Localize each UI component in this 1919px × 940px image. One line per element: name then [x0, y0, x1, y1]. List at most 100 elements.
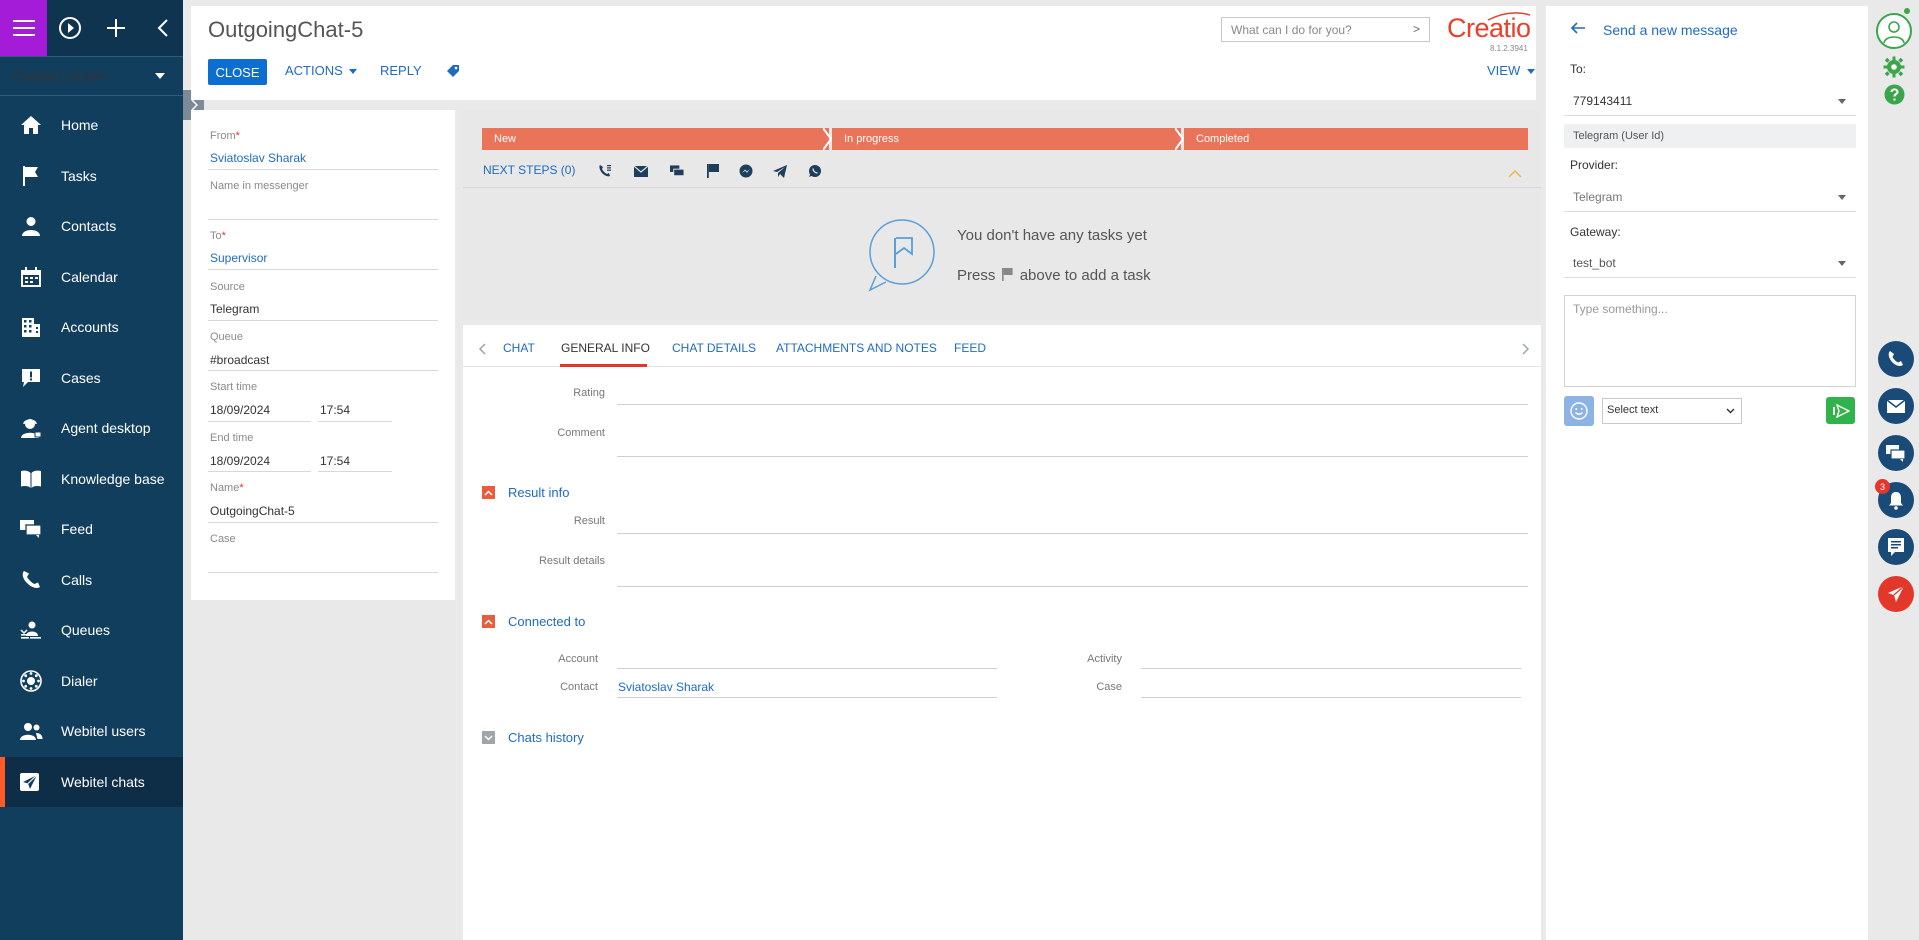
sidebar-item-calendar[interactable]: Calendar: [0, 252, 183, 302]
emoji-button[interactable]: [1564, 396, 1594, 426]
collapse-nav-button[interactable]: [145, 10, 181, 46]
field-divider: [208, 169, 438, 170]
profile-button[interactable]: [1876, 13, 1912, 49]
phone-list-icon: [599, 165, 611, 177]
to-field[interactable]: Supervisor: [210, 251, 267, 265]
add-task-button[interactable]: [706, 164, 720, 178]
call-list-button[interactable]: [598, 164, 612, 178]
result-details-field[interactable]: [617, 586, 1528, 587]
sidebar-item-queues[interactable]: Queues: [0, 605, 183, 655]
activity-field[interactable]: [1141, 668, 1521, 669]
close-button[interactable]: CLOSE: [208, 59, 267, 85]
account-field[interactable]: [617, 668, 997, 669]
tab-chat[interactable]: CHAT: [503, 341, 535, 355]
sidebar-item-label: Calendar: [61, 269, 118, 285]
chats-history-title[interactable]: Chats history: [508, 730, 584, 745]
sidebar-item-webitel-users[interactable]: Webitel users: [0, 706, 183, 756]
collapse-next-steps-icon[interactable]: [1508, 170, 1522, 178]
result-field[interactable]: [617, 533, 1528, 534]
select-text-dropdown[interactable]: Select text: [1602, 398, 1742, 424]
sidebar-item-cases[interactable]: Cases: [0, 353, 183, 403]
active-tab-indicator: [560, 364, 647, 367]
tabs-scroll-right-icon[interactable]: [1522, 343, 1530, 355]
source-field[interactable]: Telegram: [210, 302, 259, 316]
back-arrow-icon[interactable]: [1570, 21, 1586, 35]
sidebar-item-accounts[interactable]: Accounts: [0, 302, 183, 352]
calls-button[interactable]: [1878, 341, 1914, 377]
webitel-chats-toolbar-button[interactable]: [1878, 576, 1914, 612]
sidebar-item-home[interactable]: Home: [0, 100, 183, 150]
flag-icon: [19, 165, 43, 187]
provider-select[interactable]: Telegram: [1564, 182, 1856, 212]
next-steps-label[interactable]: NEXT STEPS (0): [483, 163, 575, 177]
account-label: Account: [558, 653, 598, 665]
email-button[interactable]: [634, 164, 648, 178]
settings-button[interactable]: [1883, 56, 1905, 81]
sidebar-item-calls[interactable]: Calls: [0, 555, 183, 605]
help-button[interactable]: [1884, 84, 1905, 108]
feed-toolbar-button[interactable]: [1878, 529, 1914, 565]
rating-field[interactable]: [617, 404, 1528, 405]
menu-button[interactable]: [0, 0, 47, 56]
case-connected-field[interactable]: [1141, 697, 1521, 698]
connected-to-title[interactable]: Connected to: [508, 614, 585, 629]
send-button[interactable]: [1826, 397, 1855, 424]
gateway-select[interactable]: test_bot: [1564, 248, 1856, 278]
run-process-button[interactable]: [52, 10, 88, 46]
end-time-field[interactable]: 17:54: [320, 454, 350, 468]
whatsapp-button[interactable]: [808, 164, 822, 178]
tag-button[interactable]: [446, 64, 460, 81]
smiley-icon: [1570, 402, 1588, 420]
comment-field[interactable]: [617, 456, 1528, 457]
envelope-icon: [1887, 399, 1905, 413]
case-connected-label: Case: [1096, 681, 1122, 693]
telegram-button[interactable]: [773, 164, 787, 178]
whatsapp-icon: [809, 165, 821, 177]
name-field[interactable]: OutgoingChat-5: [210, 504, 295, 518]
calendar-icon: [19, 266, 43, 288]
sidebar-item-dialer[interactable]: Dialer: [0, 656, 183, 706]
sidebar-item-feed[interactable]: Feed: [0, 504, 183, 554]
chat-button[interactable]: [670, 164, 684, 178]
contact-field[interactable]: Sviatoslav Sharak: [618, 680, 714, 694]
queue-icon: [19, 619, 43, 641]
messenger-button[interactable]: [739, 164, 753, 178]
queue-field[interactable]: #broadcast: [210, 353, 269, 367]
command-search-input[interactable]: What can I do for you? >: [1221, 17, 1430, 42]
connected-to-toggle[interactable]: [482, 615, 495, 628]
stage-new[interactable]: New: [482, 128, 829, 150]
sidebar-item-contacts[interactable]: Contacts: [0, 201, 183, 251]
start-time-field[interactable]: 17:54: [320, 403, 350, 417]
chats-toolbar-button[interactable]: [1878, 435, 1914, 471]
tab-attachments-and-notes[interactable]: ATTACHMENTS AND NOTES: [776, 341, 937, 355]
chats-history-toggle[interactable]: [482, 731, 495, 744]
recipient-select[interactable]: 779143411: [1564, 86, 1856, 116]
stage-completed[interactable]: Completed: [1184, 128, 1528, 150]
sidebar-item-knowledge-base[interactable]: Knowledge base: [0, 454, 183, 504]
actions-button[interactable]: ACTIONS: [285, 63, 358, 78]
sidebar-item-webitel-chats[interactable]: Webitel chats: [0, 757, 183, 807]
workplace-selector[interactable]: Contact center: [0, 56, 183, 96]
tab-chat-details[interactable]: CHAT DETAILS: [672, 341, 756, 355]
reply-button[interactable]: REPLY: [380, 63, 422, 78]
sidebar-item-agent-desktop[interactable]: Agent desktop: [0, 403, 183, 453]
chevron-down-icon: [1726, 408, 1735, 414]
tabs-scroll-left-icon[interactable]: [478, 343, 486, 355]
start-date-field[interactable]: 18/09/2024: [210, 403, 270, 417]
result-info-title[interactable]: Result info: [508, 485, 569, 500]
add-button[interactable]: [98, 10, 134, 46]
actions-label: ACTIONS: [285, 63, 343, 78]
view-button[interactable]: VIEW: [1487, 63, 1535, 78]
result-info-toggle[interactable]: [482, 486, 495, 499]
tab-general-info[interactable]: GENERAL INFO: [561, 341, 650, 355]
from-field[interactable]: Sviatoslav Sharak: [210, 151, 306, 165]
message-input[interactable]: Type something...: [1564, 295, 1856, 387]
stage-in-progress[interactable]: In progress: [832, 128, 1181, 150]
tag-icon: [447, 65, 459, 77]
sidebar-item-tasks[interactable]: Tasks: [0, 151, 183, 201]
end-date-field[interactable]: 18/09/2024: [210, 454, 270, 468]
sidebar-item-label: Webitel users: [61, 723, 146, 739]
tab-feed[interactable]: FEED: [954, 341, 986, 355]
bell-icon: [1889, 491, 1903, 510]
email-toolbar-button[interactable]: [1878, 388, 1914, 424]
